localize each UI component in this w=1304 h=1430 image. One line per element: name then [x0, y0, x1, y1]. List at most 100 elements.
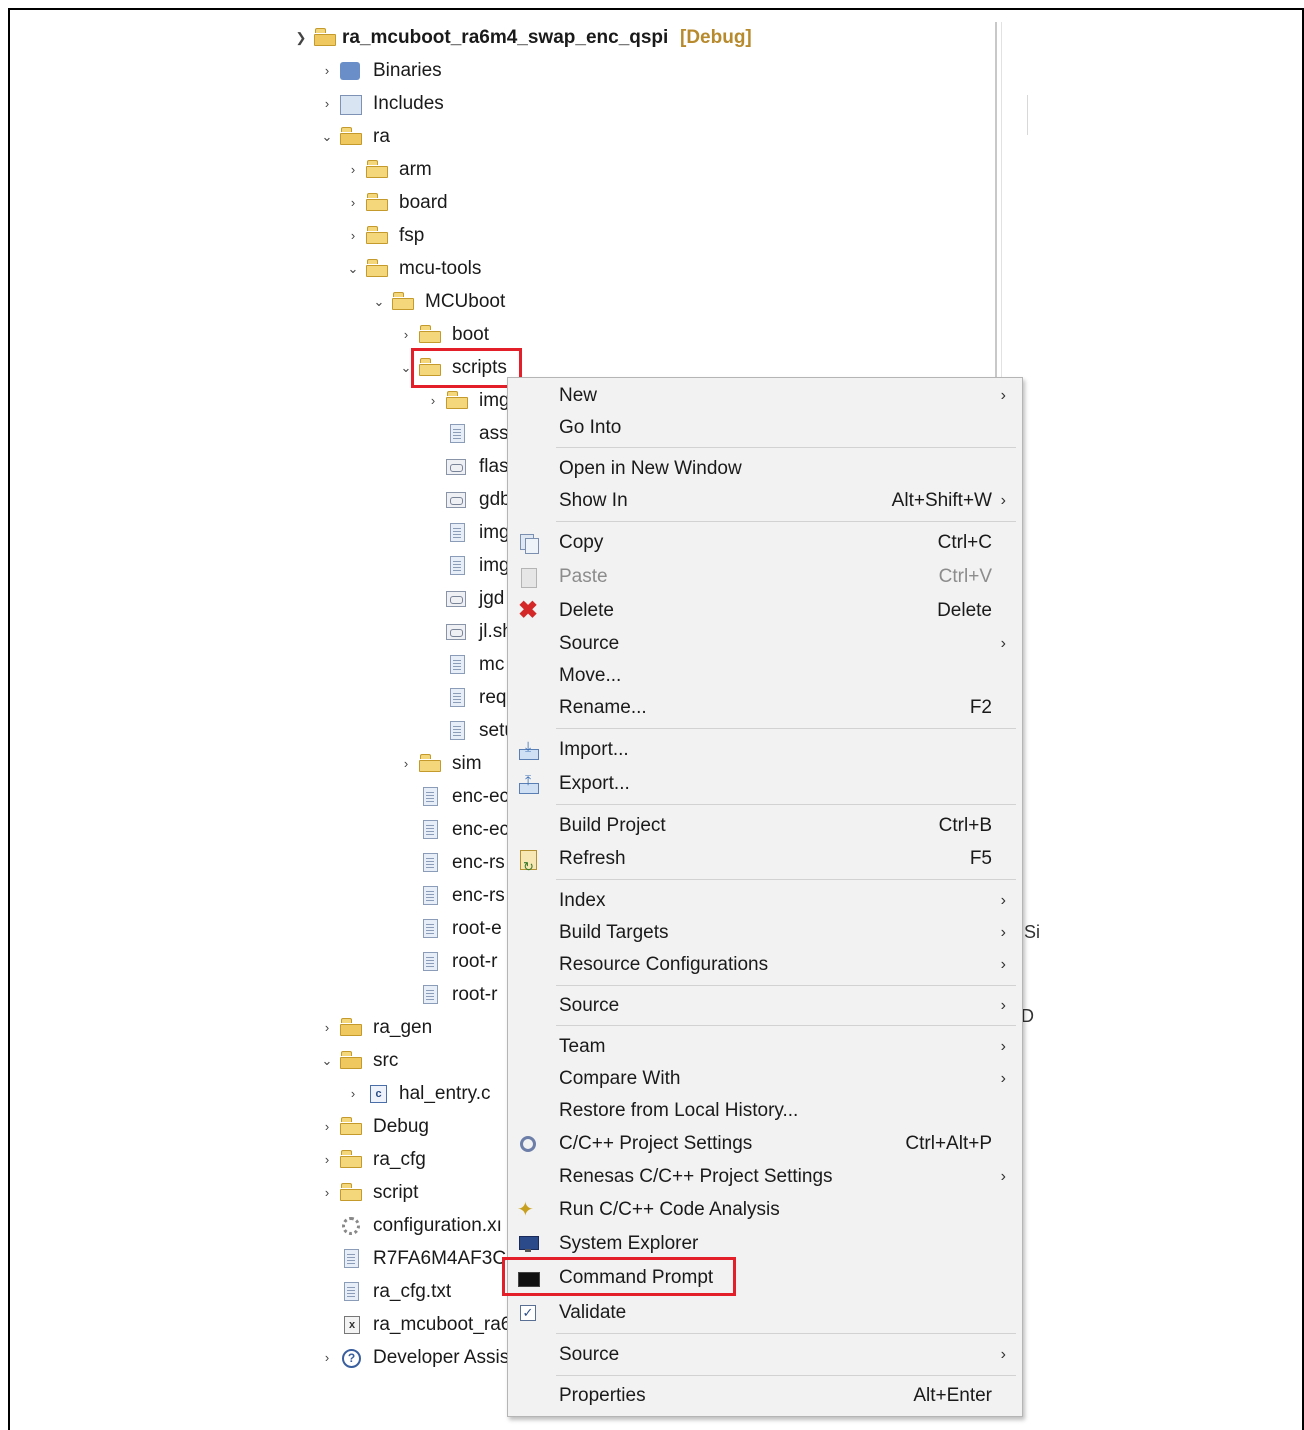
menu-shortcut: Alt+Enter [913, 1385, 992, 1406]
source-folder-icon [340, 1051, 362, 1069]
file-icon [423, 985, 438, 1004]
tree-label: MCUboot [425, 291, 506, 312]
chevron-right-icon[interactable]: › [346, 154, 360, 186]
submenu-arrow-icon: › [1000, 635, 1006, 652]
menu-item-export[interactable]: ⤒ Export... [508, 768, 1022, 800]
tree-item-project[interactable]: ❯ ra_mcuboot_ra6m4_swap_enc_qspi [Debug] [290, 22, 790, 54]
menu-item-resource-configurations[interactable]: Resource Configurations › [508, 949, 1022, 981]
menu-shortcut: Alt+Shift+W [891, 490, 992, 511]
tree-label: flas [479, 456, 509, 477]
menu-item-cpp-project-settings[interactable]: C/C++ Project Settings Ctrl+Alt+P [508, 1128, 1022, 1160]
chevron-right-icon[interactable]: › [320, 88, 334, 120]
command-prompt-highlight-box [502, 1257, 736, 1296]
chevron-right-icon[interactable]: › [320, 1177, 334, 1209]
menu-item-validate[interactable]: ✓ Validate [508, 1297, 1022, 1329]
scripts-highlight-box [411, 348, 522, 388]
menu-shortcut: Ctrl+B [938, 815, 992, 836]
submenu-arrow-icon: › [1000, 1168, 1006, 1185]
chevron-right-icon[interactable]: › [346, 220, 360, 252]
menu-label: Renesas C/C++ Project Settings [559, 1166, 833, 1187]
menu-label: Team [559, 1036, 606, 1057]
linked-folder-icon [366, 160, 388, 178]
chevron-right-icon[interactable]: › [320, 1342, 334, 1374]
chevron-down-icon[interactable]: ⌄ [346, 253, 360, 285]
file-icon [450, 556, 465, 575]
menu-label: Export... [559, 773, 630, 794]
chevron-down-icon[interactable]: ⌄ [320, 1045, 334, 1077]
tree-label: ra_cfg.txt [373, 1281, 452, 1302]
menu-item-build-project[interactable]: Build Project Ctrl+B [508, 810, 1022, 842]
tree-label: mc [479, 654, 505, 675]
menu-item-compare-with[interactable]: Compare With › [508, 1063, 1022, 1095]
tree-label: root-e [452, 918, 502, 939]
source-folder-icon [340, 127, 362, 145]
chevron-right-icon[interactable]: › [320, 1144, 334, 1176]
menu-item-copy[interactable]: Copy Ctrl+C [508, 527, 1022, 559]
menu-item-delete[interactable]: ✖ Delete Delete [508, 595, 1022, 627]
tree-label: img [479, 555, 510, 576]
file-icon [423, 886, 438, 905]
menu-item-index[interactable]: Index › [508, 885, 1022, 917]
chevron-right-icon[interactable]: › [426, 385, 440, 417]
tree-label: board [399, 192, 448, 213]
tree-label: R7FA6M4AF3CF [373, 1248, 518, 1269]
chevron-right-icon[interactable]: › [346, 187, 360, 219]
file-icon [423, 820, 438, 839]
menu-item-system-explorer[interactable]: System Explorer [508, 1228, 1022, 1260]
menu-item-source[interactable]: Source › [508, 1339, 1022, 1371]
file-icon [423, 853, 438, 872]
chevron-right-icon[interactable]: › [399, 319, 413, 351]
script-file-icon [446, 591, 466, 607]
menu-item-team[interactable]: Team › [508, 1031, 1022, 1063]
code-analysis-icon: ✦ [517, 1199, 534, 1221]
chevron-down-icon[interactable]: ⌄ [320, 121, 334, 153]
menu-item-go-into[interactable]: Go Into [508, 412, 1022, 444]
chevron-down-icon[interactable]: ⌄ [372, 286, 386, 318]
menu-item-build-targets[interactable]: Build Targets › [508, 917, 1022, 949]
project-name: ra_mcuboot_ra6m4_swap_enc_qspi [342, 27, 669, 48]
chevron-right-icon[interactable]: › [320, 1012, 334, 1044]
tree-label: ra_gen [373, 1017, 433, 1038]
tree-label: jgd [479, 588, 505, 609]
menu-item-paste[interactable]: Paste Ctrl+V [508, 561, 1022, 593]
tree-label: fsp [399, 225, 425, 246]
refresh-icon: ↻ [517, 849, 539, 874]
chevron-down-icon[interactable]: ❯ [294, 22, 308, 54]
menu-item-restore-local-history[interactable]: Restore from Local History... [508, 1095, 1022, 1127]
submenu-arrow-icon: › [1000, 1346, 1006, 1363]
tree-label: ra [373, 126, 390, 147]
folder-icon [419, 325, 441, 343]
tree-label: hal_entry.c [399, 1083, 491, 1104]
file-icon [423, 787, 438, 806]
menu-item-new[interactable]: New › [508, 380, 1022, 412]
delete-x-icon: ✖ [517, 597, 539, 624]
menu-item-rename[interactable]: Rename... F2 [508, 692, 1022, 724]
tree-label: root-r [452, 984, 498, 1005]
menu-item-import[interactable]: ⤓ Import... [508, 734, 1022, 766]
menu-item-move[interactable]: Move... [508, 660, 1022, 692]
tree-label: mcu-tools [399, 258, 482, 279]
menu-item-source[interactable]: Source › [508, 628, 1022, 660]
menu-item-refresh[interactable]: ↻ Refresh F5 [508, 843, 1022, 875]
tree-label: sim [452, 753, 482, 774]
tree-label: root-r [452, 951, 498, 972]
tree-label: Developer Assis [373, 1347, 510, 1368]
menu-separator [556, 879, 1016, 880]
menu-label: Copy [559, 532, 604, 553]
menu-label: Rename... [559, 697, 647, 718]
chevron-right-icon[interactable]: › [320, 55, 334, 87]
menu-item-properties[interactable]: Properties Alt+Enter [508, 1380, 1022, 1412]
menu-item-run-code-analysis[interactable]: ✦ Run C/C++ Code Analysis [508, 1194, 1022, 1226]
menu-item-source[interactable]: Source › [508, 990, 1022, 1022]
menu-item-open-new-window[interactable]: Open in New Window [508, 453, 1022, 485]
menu-item-show-in[interactable]: Show In Alt+Shift+W › [508, 485, 1022, 517]
chevron-right-icon[interactable]: › [346, 1078, 360, 1110]
tree-label: boot [452, 324, 489, 345]
tree-label: Includes [373, 93, 444, 114]
menu-item-renesas-project-settings[interactable]: Renesas C/C++ Project Settings › [508, 1161, 1022, 1193]
menu-label: Source [559, 995, 620, 1016]
chevron-right-icon[interactable]: › [320, 1111, 334, 1143]
c-file-icon: c [370, 1085, 387, 1103]
chevron-right-icon[interactable]: › [399, 748, 413, 780]
tree-label: enc-rs [452, 852, 505, 873]
